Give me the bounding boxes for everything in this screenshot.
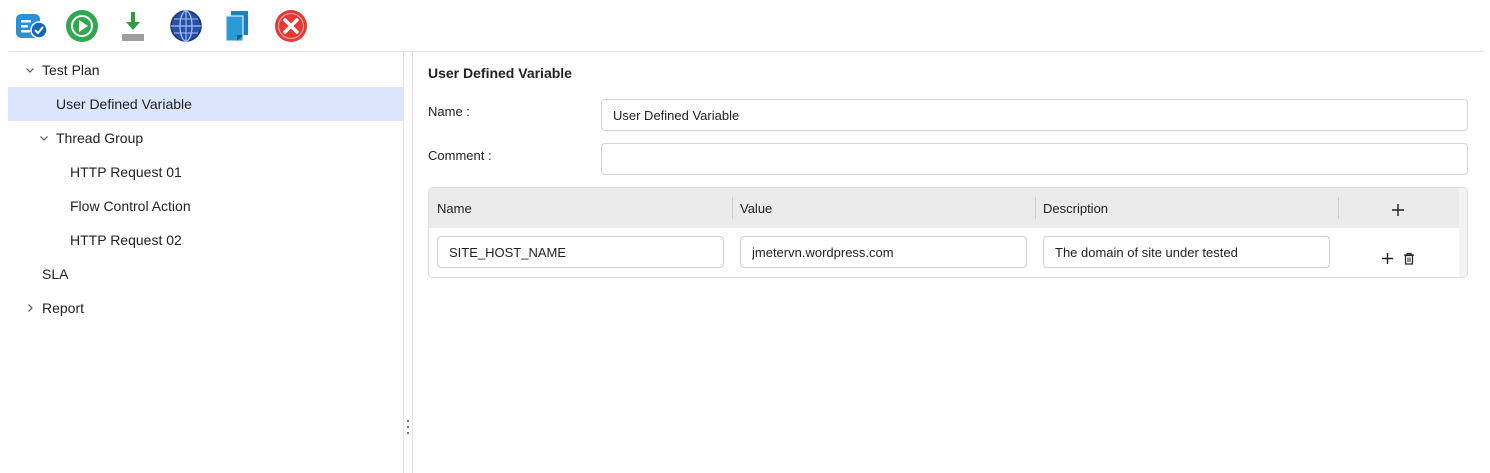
comment-field[interactable]: [601, 143, 1468, 175]
scrollbar[interactable]: [1459, 188, 1467, 277]
tree-item-label: Test Plan: [42, 62, 100, 78]
column-header-name: Name: [437, 200, 472, 216]
column-header-value: Value: [740, 200, 773, 216]
tree-item-label: HTTP Request 02: [70, 232, 182, 248]
test-plan-tree: Test Plan User Defined Variable Thread G…: [8, 52, 403, 473]
globe-icon[interactable]: [168, 8, 204, 44]
variable-value-input[interactable]: [740, 236, 1027, 268]
test-plan-check-icon[interactable]: [14, 8, 50, 44]
name-label: Name :: [428, 104, 470, 119]
tree-item-flow-control-action[interactable]: Flow Control Action: [8, 189, 403, 223]
table-header: Name Value Description: [429, 188, 1460, 228]
toolbar: [0, 0, 1490, 50]
tree-item-sla[interactable]: SLA: [8, 257, 403, 291]
download-icon[interactable]: [115, 8, 151, 44]
panel-divider: [403, 52, 404, 473]
copy-icon[interactable]: [219, 8, 255, 44]
tree-item-test-plan[interactable]: Test Plan: [8, 53, 403, 87]
tree-item-user-defined-variable[interactable]: User Defined Variable: [8, 87, 403, 121]
chevron-down-icon[interactable]: [24, 64, 36, 76]
tree-item-label: HTTP Request 01: [70, 164, 182, 180]
close-icon[interactable]: [273, 8, 309, 44]
chevron-right-icon[interactable]: [24, 302, 36, 314]
tree-item-http-request-02[interactable]: HTTP Request 02: [8, 223, 403, 257]
panel-divider: [412, 52, 413, 473]
column-header-description: Description: [1043, 200, 1109, 216]
trash-icon: [1404, 252, 1414, 265]
name-field[interactable]: [601, 99, 1468, 131]
comment-label: Comment :: [428, 148, 492, 163]
column-separator: [1338, 197, 1339, 219]
run-icon[interactable]: [64, 8, 100, 44]
variable-name-input[interactable]: [437, 236, 724, 268]
tree-item-thread-group[interactable]: Thread Group: [8, 121, 403, 155]
tree-item-label: Flow Control Action: [70, 198, 191, 214]
tree-item-label: Report: [42, 300, 85, 316]
variable-description-input[interactable]: [1043, 236, 1330, 268]
tree-item-label: User Defined Variable: [56, 96, 192, 112]
variables-table: Name Value Description: [428, 187, 1468, 278]
insert-row-button[interactable]: [1378, 249, 1396, 267]
tree-item-report[interactable]: Report: [8, 291, 403, 325]
resize-handle[interactable]: [406, 420, 410, 434]
plus-icon: [1381, 252, 1393, 264]
chevron-down-icon[interactable]: [38, 132, 50, 144]
tree-item-label: Thread Group: [56, 130, 144, 146]
page-title: User Defined Variable: [428, 65, 572, 81]
tree-item-http-request-01[interactable]: HTTP Request 01: [8, 155, 403, 189]
add-row-button[interactable]: [1389, 201, 1407, 219]
plus-icon: [1392, 204, 1404, 216]
tree-item-label: SLA: [42, 266, 69, 282]
delete-row-button[interactable]: [1400, 249, 1418, 267]
